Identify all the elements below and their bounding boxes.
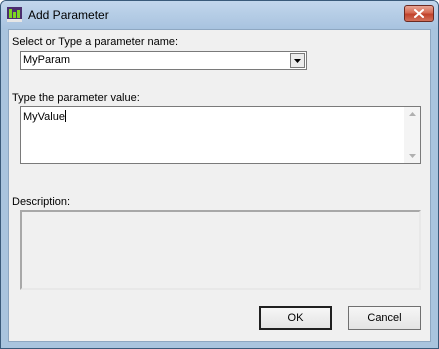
cancel-button[interactable]: Cancel: [348, 306, 421, 330]
description-box: [20, 210, 421, 290]
chevron-down-icon: [294, 59, 301, 63]
parameter-name-dropdown-button[interactable]: [290, 53, 305, 68]
parameter-value-text: MyValue: [23, 110, 66, 123]
dialog-body: [8, 29, 431, 342]
window-bottom-border: [1, 342, 438, 348]
description-label: Description:: [12, 196, 71, 208]
parameter-value-scrollbar[interactable]: [404, 107, 420, 163]
close-icon: [414, 9, 424, 18]
add-parameter-dialog: Add Parameter Select or Type a parameter…: [0, 0, 439, 349]
parameter-name-label: Select or Type a parameter name:: [12, 36, 179, 48]
scroll-up-arrow-icon[interactable]: [409, 112, 416, 116]
ok-button[interactable]: OK: [259, 306, 332, 330]
close-button[interactable]: [404, 5, 434, 22]
parameter-name-combobox[interactable]: MyParam: [20, 51, 307, 70]
title-bar[interactable]: Add Parameter: [1, 1, 438, 29]
window-title: Add Parameter: [28, 8, 109, 22]
parameter-value-textarea[interactable]: MyValue: [20, 106, 421, 164]
app-icon: [7, 7, 22, 22]
parameter-name-value: MyParam: [23, 54, 71, 66]
text-caret: [64, 110, 66, 122]
parameter-value-label: Type the parameter value:: [12, 92, 140, 104]
scroll-down-arrow-icon[interactable]: [409, 154, 416, 158]
